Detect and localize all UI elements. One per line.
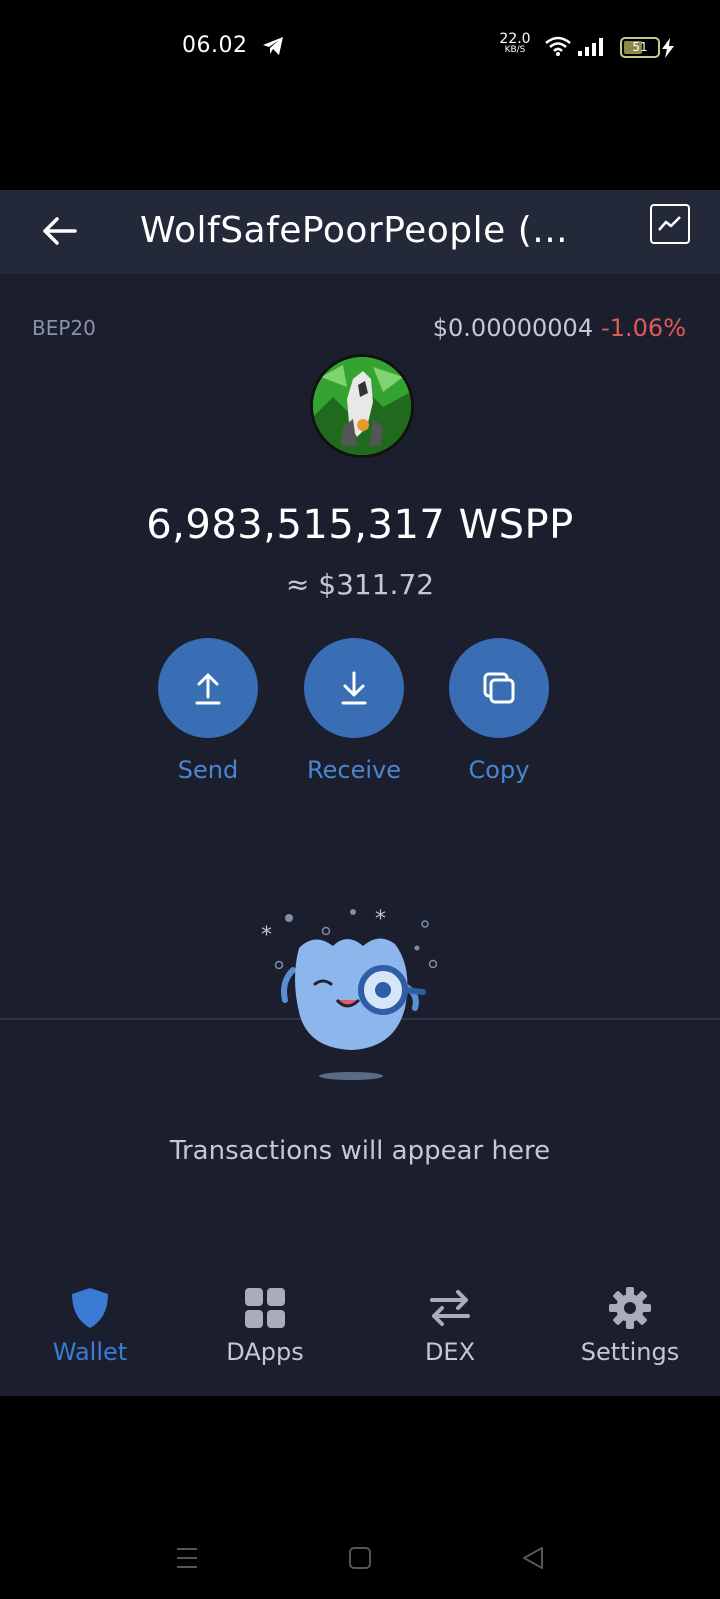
home-square-icon	[349, 1547, 371, 1569]
copy-button[interactable]: Copy	[424, 638, 574, 798]
tab-label-dex: DEX	[424, 1338, 476, 1366]
wifi-icon	[544, 36, 572, 60]
price-change: -1.06%	[601, 314, 686, 342]
receive-button[interactable]: Receive	[279, 638, 429, 798]
system-back-button[interactable]	[522, 1546, 544, 1574]
battery-icon: 51	[620, 37, 660, 58]
gear-icon	[608, 1286, 652, 1330]
empty-state-message: Transactions will appear here	[169, 1136, 551, 1166]
tab-label-dapps: DApps	[226, 1338, 304, 1366]
copy-circle[interactable]	[449, 638, 549, 738]
status-bar: 06.02 22.0 KB/S 51	[0, 0, 720, 90]
battery-level: 51	[632, 40, 648, 54]
menu-icon	[177, 1548, 197, 1568]
page-title: WolfSafePoorPeople (...	[140, 210, 569, 251]
signal-icon	[578, 38, 608, 60]
telegram-icon	[262, 36, 284, 60]
arrow-up-icon	[195, 673, 221, 705]
app-header: WolfSafePoorPeople (...	[0, 190, 720, 274]
receive-circle[interactable]	[304, 638, 404, 738]
svg-text:*: *	[375, 908, 386, 932]
system-navigation-bar	[0, 1396, 720, 1599]
token-logo	[310, 354, 414, 458]
copy-icon	[483, 672, 515, 704]
bottom-tab-bar: Wallet DApps DEX Settings	[0, 1260, 720, 1396]
fiat-value: ≈ $311.72	[285, 568, 435, 601]
send-label[interactable]: Send	[133, 756, 283, 784]
tab-label-wallet: Wallet	[52, 1338, 128, 1366]
tab-dex[interactable]: DEX	[360, 1274, 540, 1374]
tab-label-settings: Settings	[580, 1338, 680, 1366]
tab-dapps[interactable]: DApps	[175, 1274, 355, 1374]
chart-line-icon	[658, 216, 681, 231]
svg-text:*: *	[261, 923, 272, 948]
swap-icon	[428, 1286, 472, 1330]
empty-state-illustration: * *	[261, 908, 438, 1080]
grid-icon	[243, 1286, 287, 1330]
status-time: 06.02	[182, 33, 248, 58]
charging-icon	[661, 38, 675, 62]
home-button[interactable]	[348, 1546, 372, 1574]
price-line: $0.00000004 -1.06%	[433, 314, 686, 342]
back-button[interactable]	[34, 206, 84, 256]
network-speed: 22.0 KB/S	[499, 31, 531, 55]
copy-label[interactable]: Copy	[424, 756, 574, 784]
token-detail-screen: WolfSafePoorPeople (... BEP20 $0.0000000…	[0, 190, 720, 1396]
receive-label[interactable]: Receive	[279, 756, 429, 784]
action-row: Send Receive Copy	[0, 638, 720, 798]
tab-settings[interactable]: Settings	[540, 1274, 720, 1374]
arrow-left-icon	[43, 217, 77, 245]
token-balance: 6,983,515,317 WSPP	[146, 502, 574, 548]
tab-wallet[interactable]: Wallet	[0, 1274, 180, 1374]
recent-apps-button[interactable]	[176, 1546, 198, 1574]
token-price: $0.00000004	[432, 314, 594, 342]
send-circle[interactable]	[158, 638, 258, 738]
send-button[interactable]: Send	[133, 638, 283, 798]
network-badge: BEP20	[32, 316, 96, 340]
back-triangle-icon	[523, 1547, 543, 1569]
price-chart-button[interactable]	[650, 204, 690, 244]
arrow-down-icon	[341, 671, 367, 705]
shield-icon	[68, 1286, 112, 1330]
